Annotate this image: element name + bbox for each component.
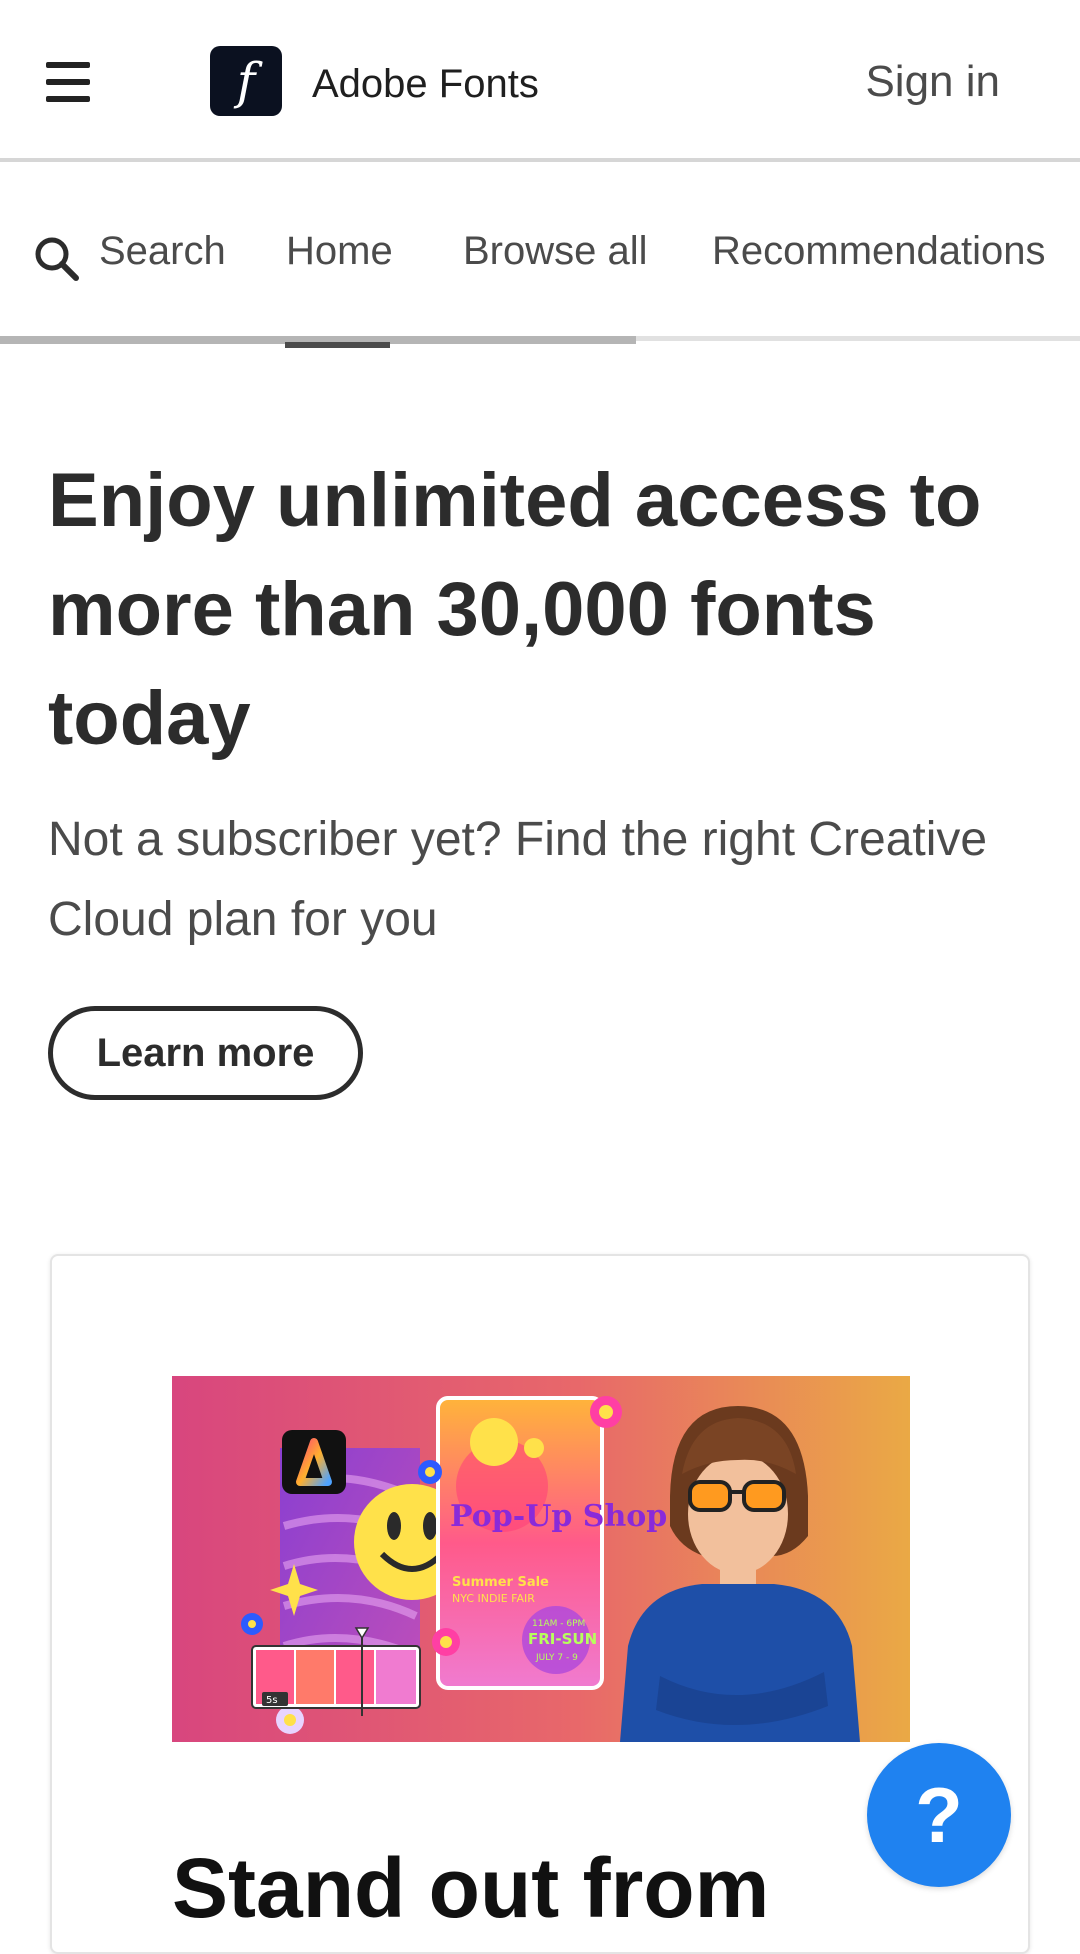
brand-name[interactable]: Adobe Fonts	[312, 58, 539, 110]
top-header: f Adobe Fonts Sign in	[0, 0, 1080, 162]
poster-line-2: NYC INDIE FAIR	[452, 1592, 535, 1605]
tab-browse-all[interactable]: Browse all	[463, 224, 648, 278]
adobe-fonts-logo-icon[interactable]: f	[210, 46, 282, 116]
clip-duration: 5s	[266, 1695, 278, 1706]
logo-glyph: f	[236, 52, 256, 110]
poster-days: FRI-SUN	[528, 1630, 597, 1648]
tab-home[interactable]: Home	[286, 224, 393, 278]
hero-subtitle: Not a subscriber yet? Find the right Cre…	[48, 813, 988, 946]
sign-in-link[interactable]: Sign in	[865, 52, 1000, 112]
question-mark-icon: ?	[915, 1771, 963, 1859]
hamburger-menu-icon[interactable]	[46, 62, 90, 102]
active-tab-indicator	[285, 342, 390, 348]
tab-recommendations[interactable]: Recommendations	[712, 224, 1046, 278]
tab-search[interactable]: Search	[99, 224, 226, 278]
poster-time: 11AM - 6PM	[532, 1619, 585, 1629]
promo-banner-image[interactable]: Pop-Up Shop Summer Sale NYC INDIE FAIR 1…	[172, 1376, 910, 1742]
search-icon[interactable]	[32, 234, 80, 282]
promo-banner-illustration: Pop-Up Shop Summer Sale NYC INDIE FAIR 1…	[172, 1376, 910, 1742]
main-nav: Search Home Browse all Recommendations	[0, 166, 1080, 348]
poster-title: Pop-Up Shop	[450, 1499, 667, 1534]
hero-title: Enjoy unlimited access to more than 30,0…	[48, 458, 982, 761]
poster-line-1: Summer Sale	[452, 1575, 549, 1590]
promo-title: Stand out from	[172, 1841, 770, 1935]
learn-more-button[interactable]: Learn more	[48, 1006, 363, 1100]
help-button[interactable]: ?	[867, 1743, 1011, 1887]
poster-date: JULY 7 - 9	[535, 1653, 578, 1663]
